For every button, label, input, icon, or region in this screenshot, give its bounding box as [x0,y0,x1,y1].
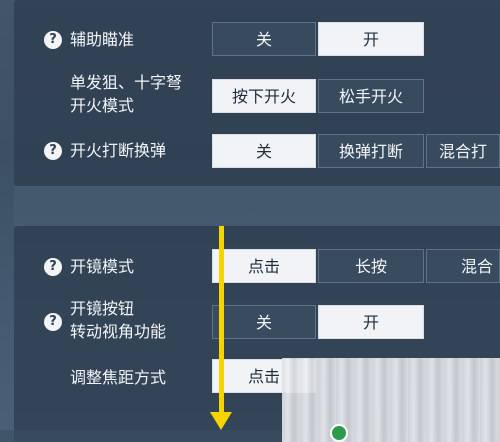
arrow-down-icon [210,412,232,430]
single-shot-fire-mode-label-line1: 单发狙、十字弩 [70,73,183,92]
help-icon-aim-assist[interactable]: ? [44,31,62,49]
reload-interrupt-option[interactable]: 换弹打断 [318,134,424,168]
scope-mixed-option[interactable]: 混合 [426,249,500,283]
annotation-arrow-shaft [219,226,224,416]
scope-rotate-on-option[interactable]: 开 [318,305,424,339]
single-shot-fire-mode-label-line2: 开火模式 [70,96,135,115]
fire-on-release-option[interactable]: 松手开火 [318,79,424,113]
fire-interrupt-reload-label: 开火打断换弹 [70,141,167,160]
scope-button-rotate-label-line1: 开镜按钮 [70,299,135,318]
scope-hold-option[interactable]: 长按 [318,249,424,283]
scope-mode-label: 开镜模式 [70,257,135,276]
help-icon-scope-button-rotate[interactable]: ? [44,313,62,331]
fire-interrupt-off-option[interactable]: 关 [212,134,316,168]
watermark-logo-icon [330,424,348,442]
help-icon-scope-mode[interactable]: ? [44,258,62,276]
scope-tap-option[interactable]: 点击 [212,249,316,283]
fire-on-press-option[interactable]: 按下开火 [212,79,316,113]
scope-rotate-off-option[interactable]: 关 [212,305,316,339]
aim-assist-on-option[interactable]: 开 [318,22,424,56]
aim-assist-off-option[interactable]: 关 [212,22,316,56]
panel-divider [14,186,500,226]
help-icon-fire-interrupt-reload[interactable]: ? [44,142,62,160]
zoom-adjust-mode-label: 调整焦距方式 [70,368,167,387]
mixed-interrupt-option[interactable]: 混合打 [426,134,500,168]
blurred-watermark [282,358,500,442]
scope-button-rotate-label-line2: 转动视角功能 [70,322,167,341]
aim-assist-label: 辅助瞄准 [70,30,135,49]
